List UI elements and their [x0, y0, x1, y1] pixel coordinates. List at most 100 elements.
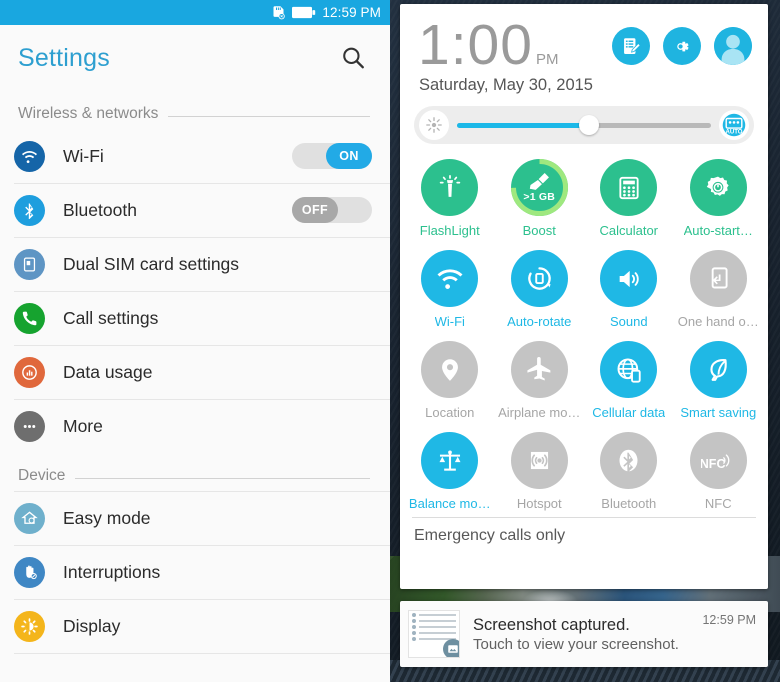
tile-label: Cellular data	[592, 405, 666, 421]
settings-row-easy-mode[interactable]: Easy mode	[0, 491, 390, 545]
tile-flashlight[interactable]: FlashLight	[405, 152, 495, 241]
tile-label: Auto-rotate	[507, 314, 572, 330]
tile-sound[interactable]: Sound	[584, 243, 674, 332]
settings-row-label: Display	[63, 615, 121, 636]
tile-hotspot[interactable]: Hotspot	[495, 425, 585, 514]
settings-row-label: More	[63, 415, 103, 436]
tile-cellular-data[interactable]: Cellular data	[584, 334, 674, 423]
settings-app-panel: 12:59 PM Settings Wireless & networks Wi…	[0, 0, 390, 682]
easy-mode-home-icon	[14, 502, 45, 534]
notification-title: Screenshot captured.	[473, 615, 630, 634]
sdcard-off-icon	[271, 5, 286, 20]
speaker-icon	[600, 250, 658, 308]
settings-row-label: Call settings	[63, 307, 159, 328]
tile-smart-saving[interactable]: Smart saving	[674, 334, 764, 423]
auto-brightness-icon[interactable]: AUTO	[719, 110, 749, 141]
notification-screenshot[interactable]: Screenshot captured. Touch to view your …	[400, 601, 768, 667]
thumbnail-dot	[412, 613, 416, 617]
tile-label: Boost	[522, 223, 556, 239]
svg-text:NFC: NFC	[701, 457, 725, 471]
settings-row-label: Dual SIM card settings	[63, 253, 240, 274]
bluetooth-toggle-label: OFF	[292, 197, 338, 223]
settings-row-label: Easy mode	[63, 507, 151, 528]
bluetooth-toggle[interactable]: OFF	[292, 197, 372, 223]
notification-subtitle: Touch to view your screenshot.	[473, 635, 679, 653]
settings-row-more[interactable]: More	[0, 399, 390, 453]
tile-auto-start[interactable]: Auto-start…	[674, 152, 764, 241]
cellular-globe-icon	[600, 341, 658, 399]
quick-settings-panel: 1:00 PM Saturday, May 30, 2015 AUTO Flas…	[390, 0, 780, 682]
tile-nfc[interactable]: NFC NFC	[674, 425, 764, 514]
settings-row-call-settings[interactable]: Call settings	[0, 291, 390, 345]
clock-row: 1:00 PM	[400, 4, 768, 77]
settings-row-label: Wi-Fi	[63, 145, 104, 166]
tile-airplane-mode[interactable]: Airplane mo…	[495, 334, 585, 423]
hand-stop-icon	[14, 556, 45, 588]
thumbnail-bar	[419, 620, 456, 622]
bluetooth-icon	[600, 432, 658, 490]
flashlight-icon	[421, 159, 479, 217]
thumbnail-dot	[412, 631, 416, 635]
settings-row-dual-sim[interactable]: Dual SIM card settings	[0, 237, 390, 291]
tile-label: Smart saving	[680, 405, 757, 421]
thumbnail-dot	[412, 619, 416, 623]
settings-row-wifi[interactable]: Wi-Fi ON	[0, 129, 390, 183]
section-divider	[168, 115, 370, 117]
tile-wifi[interactable]: Wi-Fi	[405, 243, 495, 332]
note-edit-icon[interactable]	[612, 27, 650, 65]
settings-row-bluetooth[interactable]: Bluetooth OFF	[0, 183, 390, 237]
tile-label: Wi-Fi	[434, 314, 465, 330]
carrier-status: Emergency calls only	[414, 527, 566, 545]
clock-date: Saturday, May 30, 2015	[419, 76, 593, 95]
location-pin-icon	[421, 341, 479, 399]
gear-icon[interactable]	[663, 27, 701, 65]
battery-icon	[292, 6, 316, 19]
tile-auto-rotate[interactable]: Auto-rotate	[495, 243, 585, 332]
tile-label: Location	[425, 405, 475, 421]
thumbnail-dot	[412, 625, 416, 629]
image-icon	[443, 639, 459, 657]
status-bar-time: 12:59 PM	[322, 5, 381, 20]
slider-fill	[457, 122, 590, 128]
calculator-icon	[600, 159, 658, 217]
thumbnail-bar	[419, 626, 456, 628]
section-label: Device	[18, 467, 66, 484]
quick-settings-header-buttons	[612, 18, 752, 65]
tile-location[interactable]: Location	[405, 334, 495, 423]
tile-label: FlashLight	[419, 223, 480, 239]
tile-boost[interactable]: >1 GB Boost	[495, 152, 585, 241]
tile-calculator[interactable]: Calculator	[584, 152, 674, 241]
bluetooth-icon	[14, 194, 45, 226]
notification-body: Screenshot captured. Touch to view your …	[473, 616, 702, 653]
thumbnail-bar	[419, 632, 456, 634]
settings-row-display[interactable]: Display	[0, 599, 390, 653]
brightness-low-icon[interactable]	[419, 110, 449, 141]
avatar-icon[interactable]	[714, 27, 752, 65]
tile-label: One hand o…	[677, 314, 759, 330]
settings-row-interruptions[interactable]: Interruptions	[0, 545, 390, 599]
wifi-toggle[interactable]: ON	[292, 143, 372, 169]
thumbnail-bar	[419, 614, 456, 616]
brightness-slider[interactable]	[457, 110, 711, 140]
settings-row-label: Bluetooth	[63, 199, 137, 220]
nfc-icon: NFC	[689, 432, 747, 490]
settings-row-label: Data usage	[63, 361, 153, 382]
wifi-icon	[421, 250, 479, 308]
tile-label: Calculator	[599, 223, 659, 239]
clock-display: 1:00 PM	[418, 13, 558, 77]
tile-bluetooth[interactable]: Bluetooth	[584, 425, 674, 514]
tile-label: Balance mo…	[408, 496, 491, 512]
page-title: Settings	[18, 43, 110, 72]
brightness-slider-row: AUTO	[414, 106, 754, 145]
settings-row-data-usage[interactable]: Data usage	[0, 345, 390, 399]
settings-row-label: Interruptions	[63, 561, 161, 582]
tile-balance-mode[interactable]: Balance mo…	[405, 425, 495, 514]
tile-label: Hotspot	[516, 496, 562, 512]
screenshot-root: 12:59 PM Settings Wireless & networks Wi…	[0, 0, 780, 682]
wifi-icon	[14, 140, 45, 172]
tile-one-hand-operation[interactable]: One hand o…	[674, 243, 764, 332]
search-icon[interactable]	[338, 43, 368, 73]
sim-card-icon	[14, 248, 45, 280]
clock-time: 1:00	[418, 13, 533, 77]
slider-handle[interactable]	[579, 115, 600, 136]
